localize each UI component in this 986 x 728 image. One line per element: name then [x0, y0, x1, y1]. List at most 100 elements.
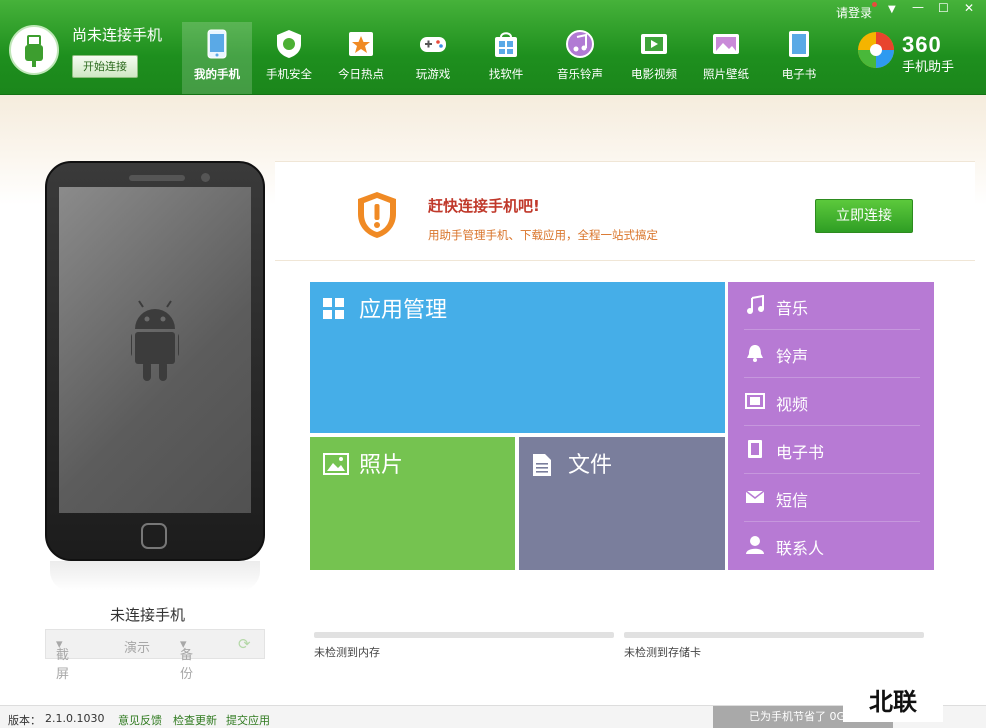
side-item-music[interactable]: 音乐 [728, 282, 934, 330]
ebook-icon [748, 440, 762, 458]
screenshot-button[interactable]: 截屏 ▾ [56, 637, 69, 682]
tile-files[interactable]: 文件 [519, 437, 725, 570]
sdcard-label: 未检测到存储卡 [624, 646, 701, 659]
login-link[interactable]: 请登录 [836, 4, 872, 21]
photo-icon [713, 34, 739, 54]
check-update-link[interactable]: 检查更新 [173, 712, 217, 728]
version-value: 2.1.0.1030 [45, 712, 105, 725]
tab-label: 电影视频 [631, 67, 677, 81]
phone-camera [201, 173, 210, 182]
device-toolbar: 截屏 ▾ 演示 备份 ▾ ⟳ [45, 629, 265, 682]
picture-icon [323, 453, 349, 475]
side-item-label: 联系人 [776, 539, 825, 558]
tab-music[interactable]: 音乐铃声 [545, 22, 615, 94]
side-item-ringtone[interactable]: 铃声 [728, 330, 934, 378]
warning-shield-icon [358, 192, 396, 238]
backup-button[interactable]: 备份 ▾ [180, 637, 193, 682]
maximize-icon[interactable]: ☐ [938, 1, 949, 15]
main-content: 未连接手机 截屏 ▾ 演示 备份 ▾ ⟳ 赶快连接手机吧! 用助手管理手机、下载… [0, 95, 986, 705]
tab-label: 手机安全 [266, 67, 312, 81]
notice-description: 用助手管理手机、下载应用，全程一站式搞定 [428, 228, 658, 242]
sdcard-bar [624, 632, 924, 638]
film-icon [641, 34, 667, 54]
phone-speaker [129, 175, 185, 181]
logo-360: 360 手机助手 [856, 30, 954, 75]
app-bag-icon [495, 32, 517, 57]
document-icon [533, 454, 551, 476]
phone-screen [59, 187, 251, 513]
tab-movies[interactable]: 电影视频 [619, 22, 689, 94]
tab-security[interactable]: 手机安全 [254, 22, 324, 94]
tab-label: 找软件 [488, 67, 524, 81]
tile-title: 应用管理 [359, 298, 448, 323]
demo-button[interactable]: 演示 [124, 637, 150, 656]
tab-label: 音乐铃声 [557, 67, 603, 81]
tab-label: 照片壁纸 [703, 67, 749, 81]
side-item-ebook[interactable]: 电子书 [728, 426, 934, 474]
tool-label: 备份 [180, 648, 194, 682]
usb-icon [9, 25, 59, 75]
side-item-label: 铃声 [776, 347, 809, 366]
close-icon[interactable]: ✕ [964, 1, 974, 15]
side-item-label: 音乐 [776, 299, 809, 318]
android-icon [131, 300, 179, 381]
tab-ebooks[interactable]: 电子书 [764, 22, 834, 94]
phone-illustration [45, 161, 265, 561]
minimize-icon[interactable]: — [912, 0, 924, 14]
side-item-contacts[interactable]: 联系人 [728, 522, 934, 570]
contact-icon [746, 536, 764, 554]
version-label: 版本： [8, 714, 41, 727]
connect-now-button[interactable]: 立即连接 [815, 199, 913, 233]
tab-games[interactable]: 玩游戏 [398, 22, 468, 94]
music-note-icon [747, 295, 764, 314]
tab-label: 我的手机 [194, 67, 240, 81]
tab-hot-news[interactable]: 今日热点 [326, 22, 396, 94]
star-icon [349, 32, 373, 56]
menu-dropdown-icon[interactable]: ▼ [888, 4, 896, 15]
tool-label: 截屏 [56, 648, 70, 682]
shield-icon [277, 30, 301, 58]
tab-wallpapers[interactable]: 照片壁纸 [691, 22, 761, 94]
phone-icon [207, 29, 227, 59]
notification-dot [872, 2, 877, 7]
tab-label: 电子书 [781, 67, 817, 81]
top-bar: 尚未连接手机 开始连接 我的手机 手机安全 今日热点 玩游戏 找软件 音乐铃声 … [0, 0, 986, 95]
tile-title: 照片 [359, 453, 404, 478]
memory-label: 未检测到内存 [314, 646, 380, 659]
side-item-sms[interactable]: 短信 [728, 474, 934, 522]
notice-title: 赶快连接手机吧! [428, 197, 540, 215]
watermark: 北联 [843, 682, 943, 722]
grid-icon [323, 298, 344, 319]
memory-bar [314, 632, 614, 638]
tab-label: 今日热点 [338, 67, 384, 81]
device-status-label: 未连接手机 [109, 606, 185, 624]
tile-media-list: 音乐 铃声 视频 电子书 短信 联系人 [728, 282, 934, 570]
side-item-label: 短信 [776, 491, 809, 510]
phone-status-title: 尚未连接手机 [72, 26, 163, 44]
gamepad-icon [420, 37, 446, 52]
start-connect-button[interactable]: 开始连接 [72, 55, 138, 78]
bell-icon [747, 345, 763, 362]
envelope-icon [745, 490, 765, 503]
side-item-video[interactable]: 视频 [728, 378, 934, 426]
logo-text: 手机助手 [902, 60, 955, 75]
tile-app-management[interactable]: 应用管理 [310, 282, 725, 433]
submit-app-link[interactable]: 提交应用 [226, 712, 270, 728]
refresh-icon[interactable]: ⟳ [238, 635, 251, 653]
status-bar: 版本： 2.1.0.1030 意见反馈 检查更新 提交应用 已为手机节省了 0G… [0, 705, 986, 728]
connect-notice: 赶快连接手机吧! 用助手管理手机、下载应用，全程一站式搞定 立即连接 [275, 161, 975, 261]
feedback-link[interactable]: 意见反馈 [118, 712, 162, 728]
side-item-label: 视频 [776, 395, 809, 414]
phone-reflection [50, 561, 260, 591]
music-icon [566, 30, 594, 58]
logo-number: 360 [902, 32, 942, 57]
side-item-label: 电子书 [776, 443, 825, 462]
phone-home-button [141, 523, 167, 549]
film-strip-icon [745, 393, 765, 409]
book-icon [789, 31, 809, 57]
tab-label: 玩游戏 [415, 67, 451, 81]
tile-photos[interactable]: 照片 [310, 437, 515, 570]
tile-title: 文件 [568, 453, 613, 478]
tab-my-phone[interactable]: 我的手机 [182, 22, 252, 94]
tab-find-software[interactable]: 找软件 [471, 22, 541, 94]
